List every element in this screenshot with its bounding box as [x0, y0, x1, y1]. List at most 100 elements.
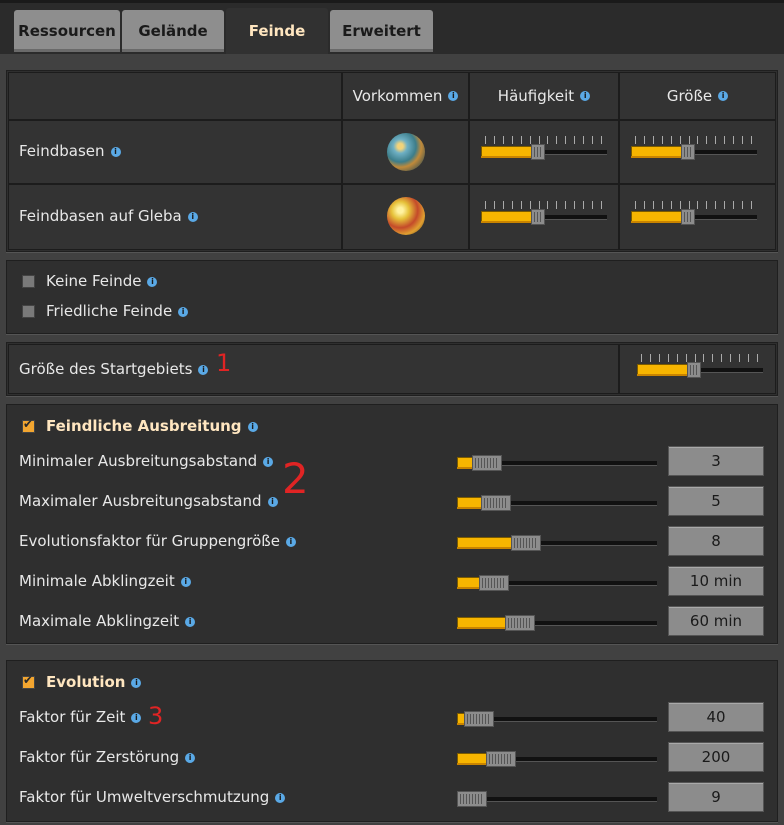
- slider-handle[interactable]: [511, 535, 541, 551]
- info-icon[interactable]: i: [178, 306, 189, 317]
- setting-slider[interactable]: [457, 565, 657, 595]
- info-icon[interactable]: i: [185, 752, 196, 763]
- annotation-marker: 1: [216, 349, 232, 377]
- tab-feinde[interactable]: Feinde: [226, 8, 328, 54]
- slider-tick: [680, 136, 681, 144]
- setting-value-box[interactable]: 3: [668, 446, 764, 476]
- friedliche-feinde-checkbox[interactable]: [22, 305, 35, 318]
- info-icon[interactable]: i: [247, 421, 258, 432]
- row-label-text: Größe des Startgebiets: [19, 360, 193, 378]
- slider-tick: [653, 136, 654, 144]
- setting-slider[interactable]: [457, 525, 657, 555]
- tab-erweitert[interactable]: Erweitert: [330, 10, 433, 52]
- tab-gelaende[interactable]: Gelände: [122, 10, 224, 52]
- setting-slider[interactable]: [457, 781, 657, 811]
- slider-tick: [503, 201, 504, 209]
- slider-tick: [706, 136, 707, 144]
- setting-label: Minimaler Ausbreitungsabstand i: [19, 452, 274, 470]
- setting-value-box[interactable]: 5: [668, 486, 764, 516]
- slider-tick: [641, 354, 642, 362]
- setting-label-text: Maximale Abklingzeit: [19, 612, 180, 630]
- setting-value-box[interactable]: 10 min: [668, 566, 764, 596]
- setting-slider[interactable]: [457, 485, 657, 515]
- setting-value-box[interactable]: 60 min: [668, 606, 764, 636]
- setting-value-box[interactable]: 9: [668, 782, 764, 812]
- slider-handle[interactable]: [531, 209, 545, 225]
- frequency-slider[interactable]: [481, 199, 607, 229]
- slider-handle[interactable]: [687, 362, 701, 378]
- info-icon[interactable]: i: [285, 536, 296, 547]
- checkbox-label: Friedliche Feinde i: [46, 302, 189, 320]
- info-icon[interactable]: i: [275, 792, 286, 803]
- info-icon[interactable]: i: [580, 91, 591, 101]
- slider-tick: [521, 201, 522, 209]
- slider-tick: [601, 136, 602, 144]
- row-label-text: Feindbasen auf Gleba: [19, 207, 182, 225]
- setting-value-box[interactable]: 8: [668, 526, 764, 556]
- slider-tick: [530, 201, 531, 209]
- column-header-label: Vorkommen: [352, 87, 443, 105]
- slider-handle[interactable]: [457, 791, 487, 807]
- slider-handle[interactable]: [531, 144, 545, 160]
- slider-tick: [565, 136, 566, 144]
- starting-area-slider[interactable]: [637, 352, 763, 382]
- size-slider[interactable]: [631, 199, 757, 229]
- expansion-checkbox[interactable]: [22, 417, 35, 433]
- slider-fill: [457, 617, 511, 629]
- setting-label-text: Minimale Abklingzeit: [19, 572, 175, 590]
- column-header-vorkommen: Vorkommen i: [342, 72, 469, 120]
- slider-handle[interactable]: [681, 209, 695, 225]
- column-header-label: Häufigkeit: [497, 87, 575, 105]
- slider-tick: [742, 136, 743, 144]
- info-icon[interactable]: i: [185, 616, 196, 627]
- info-icon[interactable]: i: [267, 496, 278, 507]
- setting-slider[interactable]: [457, 445, 657, 475]
- slider-handle[interactable]: [486, 751, 516, 767]
- setting-slider[interactable]: [457, 701, 657, 731]
- slider-handle[interactable]: [472, 455, 502, 471]
- slider-tick: [662, 201, 663, 209]
- setting-value-box[interactable]: 40: [668, 702, 764, 732]
- slider-tick: [680, 201, 681, 209]
- frequency-slider[interactable]: [481, 134, 607, 164]
- slider-tick: [730, 354, 731, 362]
- slider-handle[interactable]: [681, 144, 695, 160]
- slider-tick: [715, 136, 716, 144]
- info-icon[interactable]: i: [263, 456, 274, 467]
- setting-label: Faktor für Zerstörung i: [19, 748, 196, 766]
- info-icon[interactable]: i: [448, 91, 459, 101]
- info-icon[interactable]: i: [180, 576, 191, 587]
- size-slider[interactable]: [631, 134, 757, 164]
- info-icon[interactable]: i: [147, 276, 158, 287]
- slider-tick: [653, 201, 654, 209]
- slider-tick: [503, 136, 504, 144]
- slider-tick: [689, 201, 690, 209]
- slider-handle[interactable]: [464, 711, 494, 727]
- slider-fill: [457, 537, 517, 549]
- section-title-text: Evolution: [46, 673, 126, 691]
- setting-label-text: Faktor für Umweltverschmutzung: [19, 788, 270, 806]
- info-icon[interactable]: i: [131, 677, 142, 688]
- slider-ticks: [635, 136, 753, 144]
- slider-tick: [494, 201, 495, 209]
- slider-handle[interactable]: [505, 615, 535, 631]
- info-icon[interactable]: i: [110, 146, 121, 157]
- slider-handle[interactable]: [481, 495, 511, 511]
- info-icon[interactable]: i: [718, 91, 729, 101]
- annotation-marker: 3: [148, 702, 164, 730]
- info-icon[interactable]: i: [187, 211, 198, 222]
- info-icon[interactable]: i: [198, 364, 209, 375]
- keine-feinde-checkbox[interactable]: [22, 275, 35, 288]
- slider-handle[interactable]: [479, 575, 509, 591]
- setting-value-box[interactable]: 200: [668, 742, 764, 772]
- info-icon[interactable]: i: [131, 712, 142, 723]
- slider-track[interactable]: [457, 797, 657, 801]
- table-header-empty: [8, 72, 342, 120]
- setting-slider[interactable]: [457, 741, 657, 771]
- setting-label-text: Faktor für Zerstörung: [19, 748, 180, 766]
- tab-ressourcen[interactable]: Ressourcen: [14, 10, 120, 52]
- setting-slider[interactable]: [457, 605, 657, 635]
- setting-label: Maximale Abklingzeit i: [19, 612, 196, 630]
- evolution-checkbox[interactable]: [22, 673, 35, 689]
- setting-label: Maximaler Ausbreitungsabstand i: [19, 492, 278, 510]
